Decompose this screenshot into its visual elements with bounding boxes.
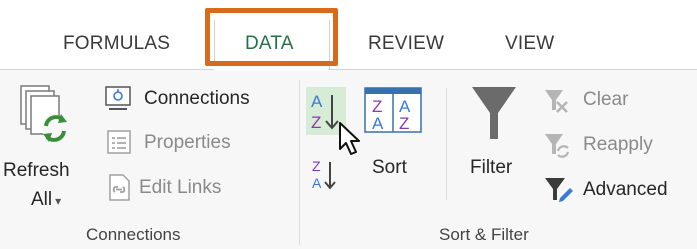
tab-highlight-box: [205, 8, 338, 66]
sort-button[interactable]: Z A A Z Sort: [362, 85, 430, 195]
properties-button[interactable]: Properties: [105, 128, 285, 160]
chevron-down-icon: ▾: [55, 194, 62, 208]
clear-filter-icon: [545, 90, 568, 113]
filter-label: Filter: [470, 157, 513, 178]
sort-z-to-a-icon: Z A: [312, 158, 336, 191]
advanced-filter-icon: [545, 178, 573, 202]
connections-group-label: Connections: [86, 225, 181, 244]
clear-button[interactable]: Clear: [542, 86, 692, 118]
edit-links-label: Edit Links: [139, 177, 222, 198]
sort-label: Sort: [372, 157, 407, 178]
sort-filter-separator: [446, 88, 447, 200]
clear-label: Clear: [583, 89, 629, 110]
connections-icon: [105, 86, 131, 110]
svg-text:A: A: [311, 92, 323, 111]
edit-links-button[interactable]: Edit Links: [105, 172, 285, 204]
svg-text:Z: Z: [312, 158, 321, 174]
refresh-all-icon: [20, 85, 68, 142]
sort-filter-group-label: Sort & Filter: [439, 225, 529, 244]
edit-links-icon: [109, 174, 130, 201]
filter-button[interactable]: Filter: [462, 85, 530, 195]
advanced-label: Advanced: [583, 179, 668, 200]
tab-view[interactable]: VIEW: [505, 33, 554, 55]
properties-label: Properties: [144, 132, 231, 153]
properties-icon: [107, 130, 131, 154]
tab-review[interactable]: REVIEW: [368, 33, 444, 55]
svg-text:Z: Z: [311, 113, 321, 132]
svg-text:A: A: [312, 175, 322, 191]
sort-z-to-a-button[interactable]: Z A: [306, 156, 342, 192]
refresh-all-label-1: Refresh: [3, 160, 70, 181]
advanced-button[interactable]: Advanced: [542, 174, 697, 206]
refresh-all-label-2: All ▾: [31, 189, 61, 211]
funnel-icon: [472, 87, 516, 139]
svg-text:Z: Z: [399, 114, 409, 133]
refresh-all-text: All: [31, 189, 53, 210]
reapply-filter-icon: [545, 134, 570, 158]
group-separator: [299, 80, 300, 245]
tab-data-connector: [214, 66, 328, 71]
sort-icon: Z A A Z: [364, 87, 422, 133]
reapply-label: Reapply: [583, 134, 653, 155]
refresh-all-button[interactable]: Refresh All ▾: [3, 80, 95, 226]
tab-formulas[interactable]: FORMULAS: [63, 33, 170, 55]
svg-text:A: A: [372, 114, 384, 133]
reapply-button[interactable]: Reapply: [542, 130, 697, 162]
connections-button[interactable]: Connections: [105, 84, 285, 116]
connections-label: Connections: [144, 88, 250, 109]
